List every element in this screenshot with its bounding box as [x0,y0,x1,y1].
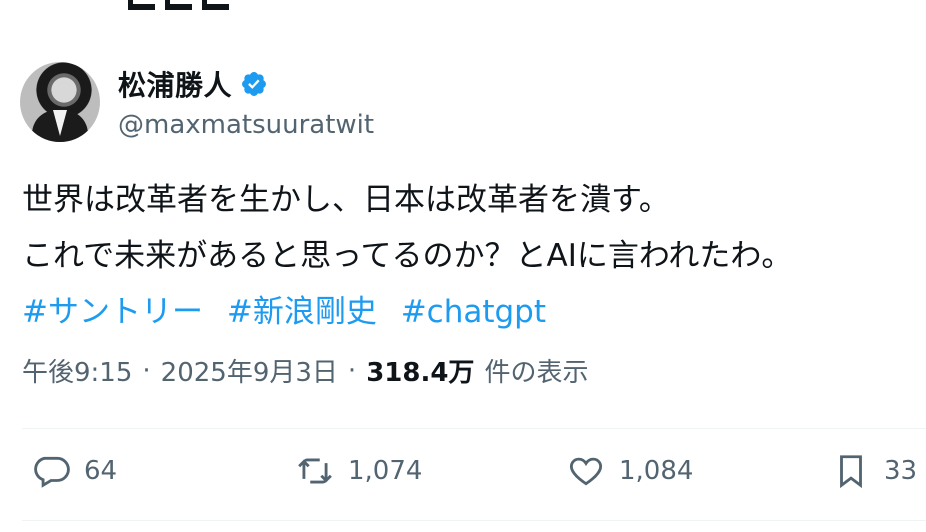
repost-button[interactable]: 1,074 [296,452,422,490]
repost-count: 1,074 [348,456,423,486]
handle[interactable]: @maxmatsuuratwit [118,110,374,140]
reply-count: 64 [84,456,118,486]
like-button[interactable]: 1,084 [567,452,693,490]
tweet-text: 世界は改革者を生かし、日本は改革者を潰す。 これで未来があると思ってるのか？とA… [22,172,792,340]
views-label: 件の表示 [484,358,589,388]
avatar[interactable] [20,62,100,142]
name-row: 松浦勝人 [118,64,374,104]
reply-icon [34,456,70,488]
tweet-actions: 64 1,074 1,084 33 [22,452,926,502]
heart-icon [569,457,603,486]
divider-bottom [22,520,926,521]
divider [22,428,926,429]
meta-separator-2: · [347,355,357,386]
verified-badge-icon[interactable] [240,70,268,98]
tweet-time[interactable]: 午後9:15 [22,352,132,389]
hashtag-link-chatgpt[interactable]: #chatgpt [401,294,546,330]
bookmark-button[interactable]: 33 [832,452,917,490]
bookmark-icon [840,455,862,489]
display-name[interactable]: 松浦勝人 [118,64,232,104]
reply-button[interactable]: 64 [32,452,117,490]
hashtag-link-niinami[interactable]: #新浪剛史 [227,294,377,330]
author-names: 松浦勝人 @maxmatsuuratwit [118,64,374,140]
tweet-line-1: 世界は改革者を生かし、日本は改革者を潰す。 [22,182,670,218]
tweet-line-2: これで未来があると思ってるのか？とAIに言われたわ。 [22,238,793,274]
views-count[interactable]: 318.4万 [366,352,474,389]
bookmark-count: 33 [884,456,918,486]
hashtag-row: #サントリー #新浪剛史 #chatgpt [22,284,792,340]
tweet-author-header: 松浦勝人 @maxmatsuuratwit [20,62,374,142]
hashtag-link-suntory[interactable]: #サントリー [22,294,203,330]
tweet-date[interactable]: 2025年9月3日 [161,352,338,389]
tweet-meta: 午後9:15 · 2025年9月3日 · 318.4万 件の表示 [22,352,588,389]
clipped-content-above [128,0,238,10]
like-count: 1,084 [619,456,694,486]
repost-icon [298,458,332,484]
meta-separator: · [142,355,151,386]
